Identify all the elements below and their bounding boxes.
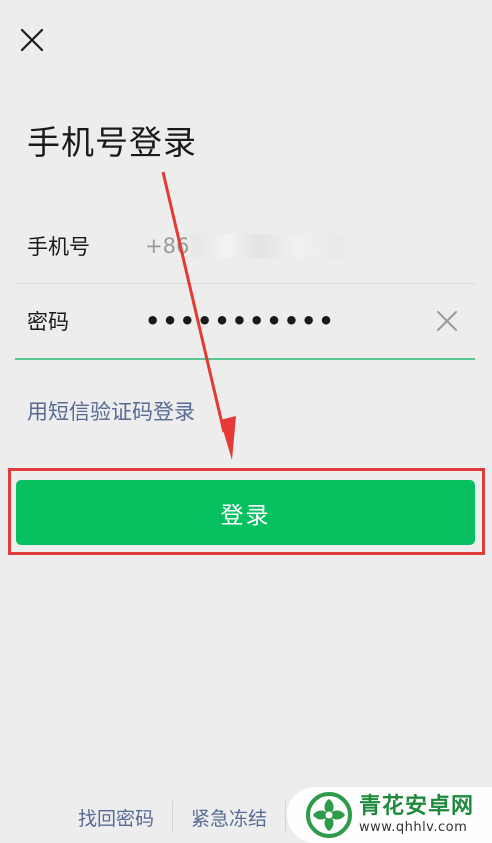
sms-login-link[interactable]: 用短信验证码登录 [27,396,195,426]
password-row[interactable]: 密码 ••••••••••• [15,284,475,360]
footer-divider [285,801,287,833]
password-label: 密码 [27,310,69,334]
phone-prefix: +86 [145,233,190,258]
site-watermark: 青花安卓网 www.qhhlv.com [287,787,492,843]
close-icon [20,28,44,52]
emergency-freeze-link[interactable]: 紧急冻结 [173,804,285,831]
phone-redacted-blur [191,233,344,258]
clear-password-button[interactable] [425,299,469,343]
watermark-url: www.qhhlv.com [359,820,468,835]
watermark-name: 青花安卓网 [359,794,475,819]
phone-input[interactable]: +86 [145,233,344,258]
find-password-link[interactable]: 找回密码 [60,804,172,831]
phone-label: 手机号 [27,234,90,259]
phone-row[interactable]: 手机号 +86 [15,208,475,284]
password-input[interactable]: ••••••••••• [145,307,425,335]
close-button[interactable] [14,22,50,58]
footer-links: 找回密码 紧急冻结 [60,800,287,834]
page-title: 手机号登录 [27,123,197,162]
clear-icon [437,311,457,331]
login-button[interactable]: 登录 [16,480,475,545]
watermark-logo-icon [306,792,352,838]
